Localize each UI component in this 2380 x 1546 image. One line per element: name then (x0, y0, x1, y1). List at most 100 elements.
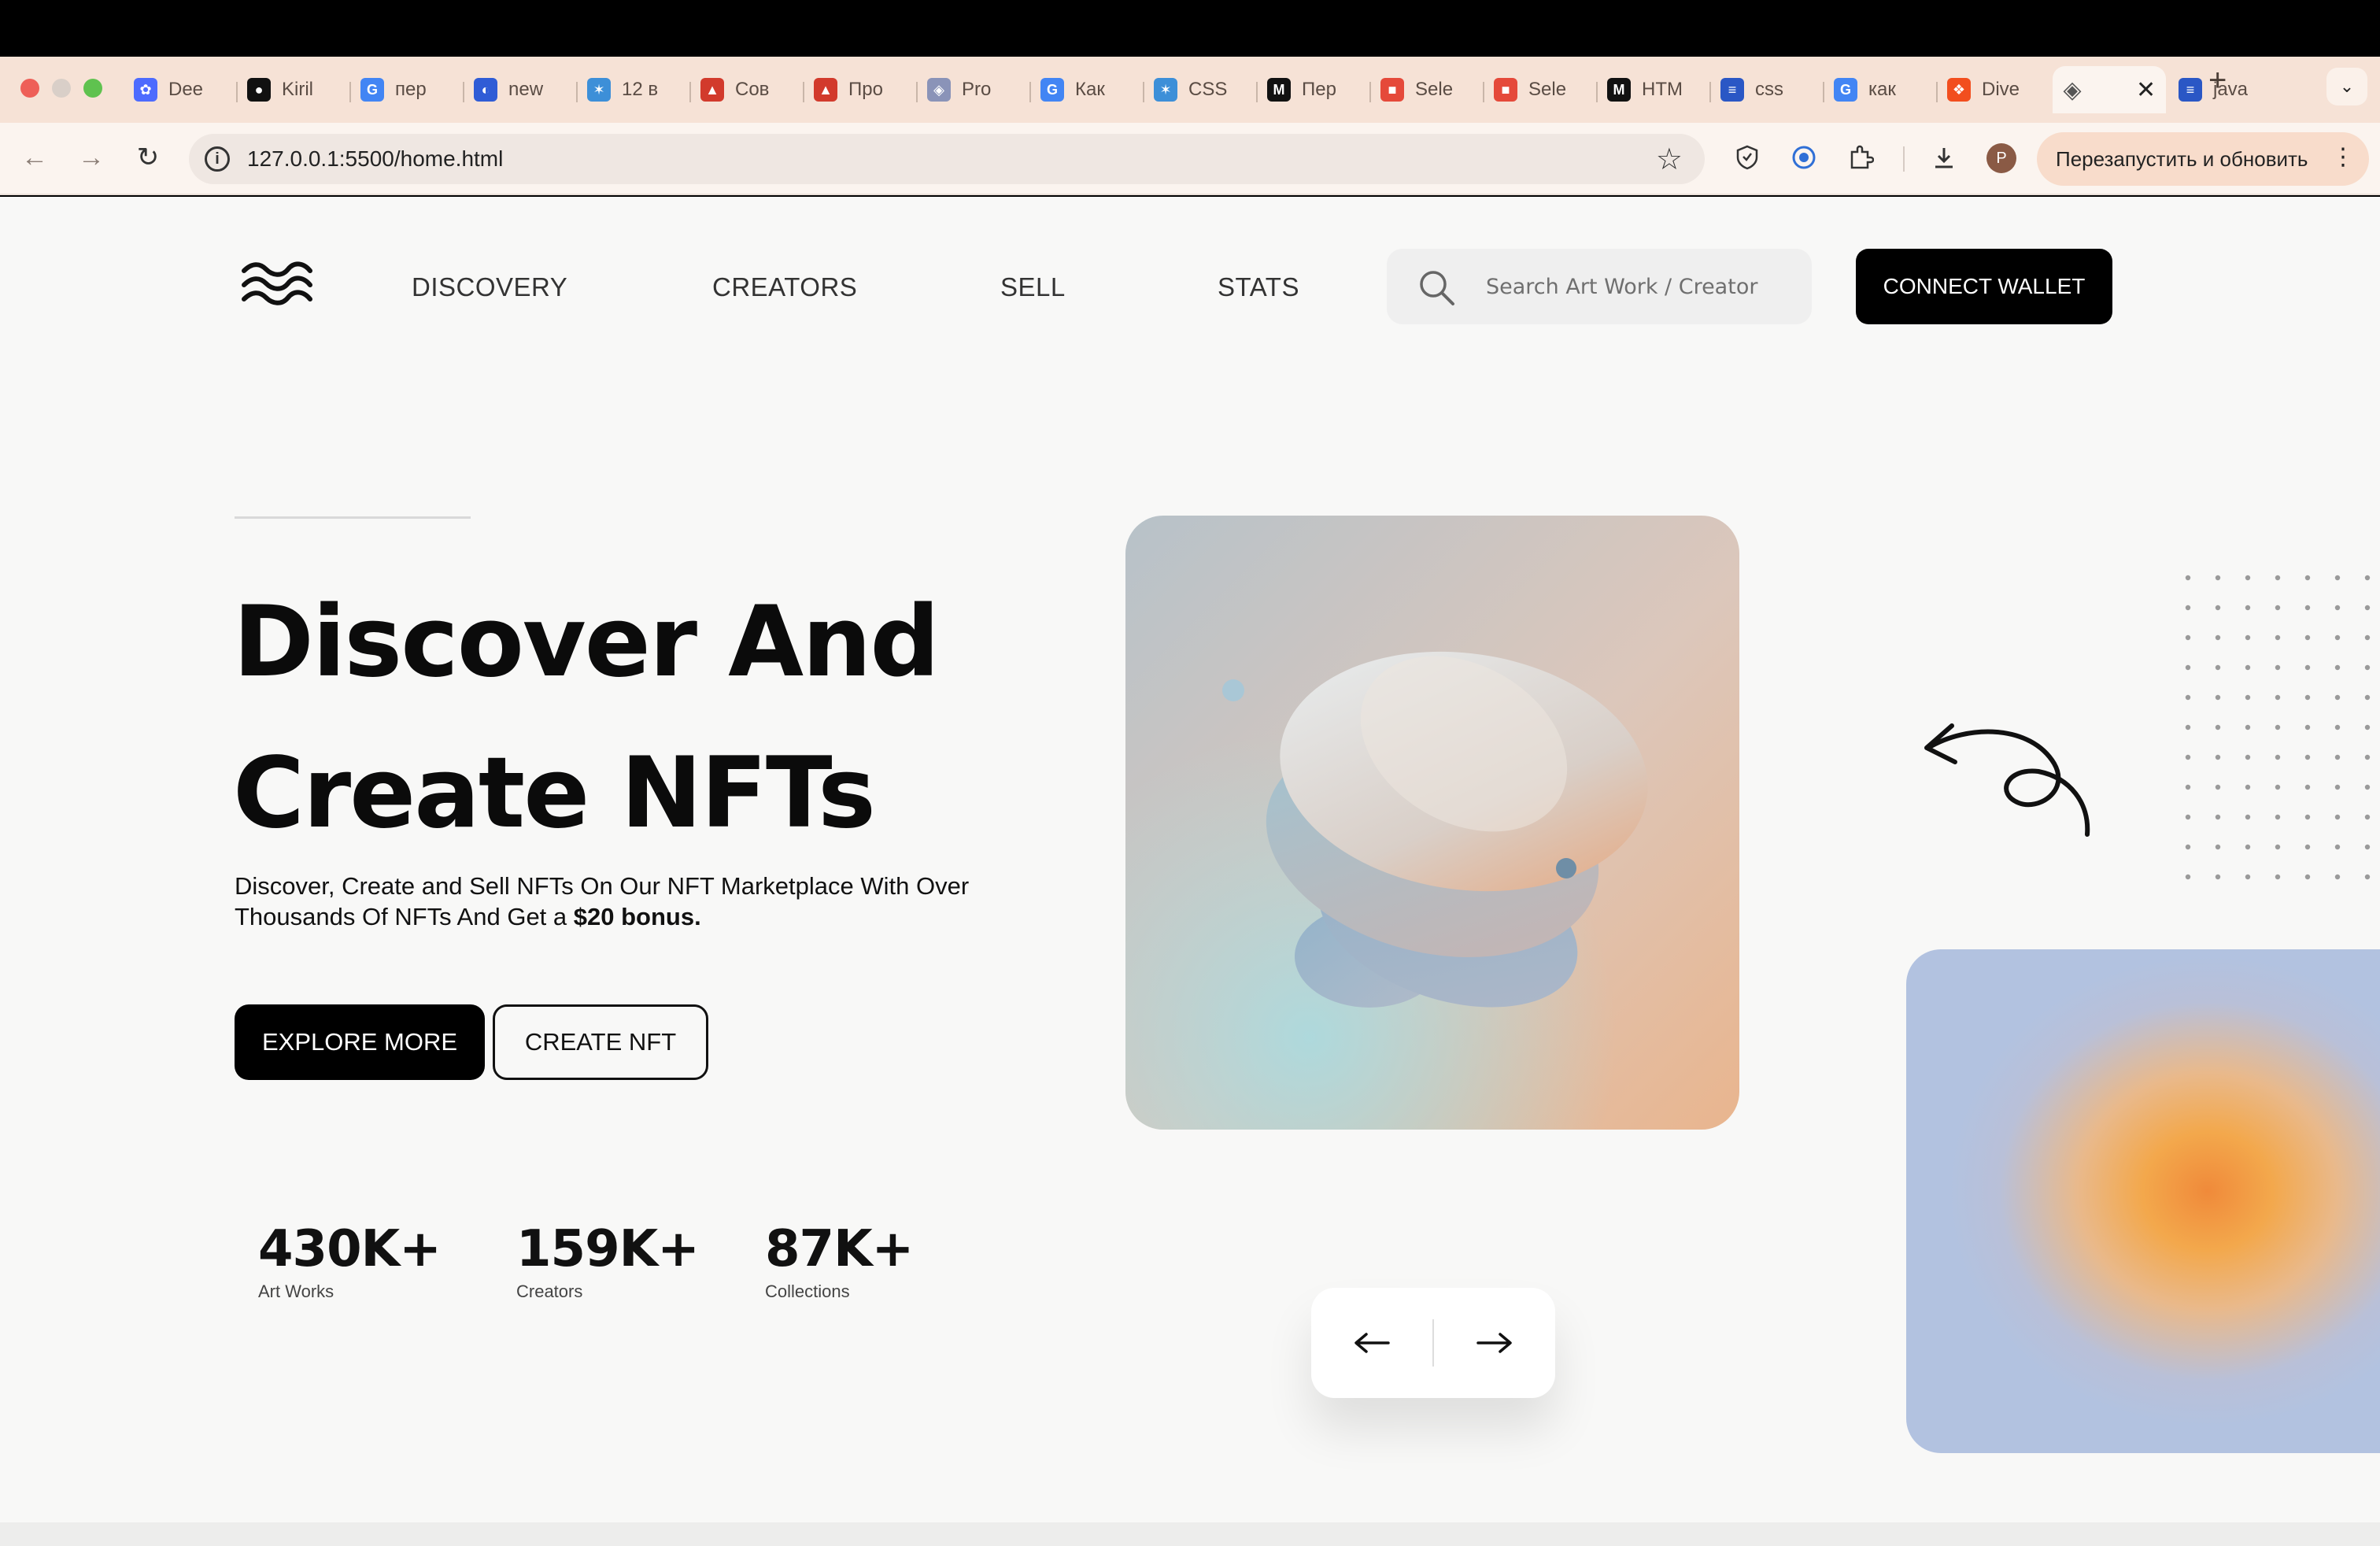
grid-dot (2185, 814, 2191, 820)
browser-tab[interactable]: ■ Sele (1373, 66, 1481, 113)
forward-button[interactable]: → (72, 139, 110, 176)
tower-icon: ▲ (700, 78, 724, 102)
grid-dot (2334, 605, 2341, 611)
tab-separator (1256, 82, 1258, 102)
grid-dot (2275, 844, 2281, 850)
nav-creators[interactable]: CREATORS (712, 272, 857, 302)
connect-wallet-button[interactable]: CONNECT WALLET (1856, 249, 2112, 324)
tab-label: Dive (1982, 79, 2020, 100)
close-tab-icon[interactable]: ✕ (2136, 76, 2156, 104)
create-nft-button[interactable]: CREATE NFT (493, 1004, 708, 1080)
search-icon[interactable] (1417, 268, 1456, 307)
grid-dot (2334, 634, 2341, 641)
grid-dot (2364, 634, 2371, 641)
reload-icon: ↻ (136, 142, 160, 172)
url-text[interactable]: 127.0.0.1:5500/home.html (247, 146, 503, 172)
grid-dot (2334, 754, 2341, 760)
browser-tab[interactable]: G Как (1033, 66, 1141, 113)
download-icon[interactable] (1927, 140, 1961, 175)
grid-dot (2304, 694, 2311, 701)
browser-tab[interactable]: M HTM (1599, 66, 1708, 113)
tab-label: Как (1075, 79, 1105, 100)
browser-tab[interactable]: ≡ css (1713, 66, 1821, 113)
tab-separator (1709, 82, 1711, 102)
browser-tab[interactable]: ◈ ✕ (2053, 66, 2166, 113)
grid-dot (2364, 814, 2371, 820)
browser-tab[interactable]: Gкак (1826, 66, 1935, 113)
grid-dot (2185, 874, 2191, 880)
browser-tab[interactable]: M Пер (1259, 66, 1368, 113)
grid-dot (2364, 605, 2371, 611)
tab-label: пер (395, 79, 427, 100)
nav-sell[interactable]: SELL (1000, 272, 1066, 302)
shield-extension-icon[interactable] (1730, 140, 1765, 175)
browser-tab[interactable]: ▲ Сов (693, 66, 801, 113)
browser-tab[interactable]: ● Kiril (239, 66, 348, 113)
grid-dot (2304, 814, 2311, 820)
carousel-divider (1432, 1319, 1434, 1367)
browser-tab[interactable]: ✶ CSS (1146, 66, 1255, 113)
explore-more-button[interactable]: EXPLORE MORE (235, 1004, 485, 1080)
grid-dot (2364, 664, 2371, 671)
grid-dot (2245, 634, 2251, 641)
maximize-window-button[interactable] (83, 79, 102, 98)
stat-creators: 159K+ Creators (516, 1220, 700, 1302)
puzzle-icon: ■ (1494, 78, 1517, 102)
grid-dot (2215, 784, 2221, 790)
bookmark-star-icon[interactable]: ☆ (1656, 142, 1683, 177)
grid-dot (2304, 724, 2311, 730)
grid-dot (2334, 784, 2341, 790)
search-input[interactable] (1486, 272, 1785, 301)
back-button[interactable]: ← (16, 139, 54, 176)
browser-tab[interactable]: ◐ new (466, 66, 575, 113)
prev-slide-button[interactable] (1344, 1319, 1399, 1367)
grid-dot (2275, 814, 2281, 820)
tab-separator (1483, 82, 1484, 102)
stat-label: Collections (765, 1282, 850, 1301)
grid-dot (2334, 874, 2341, 880)
grid-dot (2275, 694, 2281, 701)
nav-discovery[interactable]: DISCOVERY (412, 272, 567, 302)
tab-separator (803, 82, 804, 102)
tab-search-button[interactable]: ⌄ (2326, 68, 2367, 105)
address-bar[interactable]: i 127.0.0.1:5500/home.html ☆ (189, 134, 1705, 184)
grid-dot (2334, 844, 2341, 850)
minimize-window-button[interactable] (52, 79, 71, 98)
grid-dot (2275, 575, 2281, 581)
translate-extension-icon[interactable] (1787, 140, 1821, 175)
browser-tab[interactable]: ✶ 12 в (579, 66, 688, 113)
relaunch-label: Перезапустить и обновить (2056, 146, 2308, 171)
tab-separator (576, 82, 578, 102)
hero-title: Discover And Create NFTs (233, 567, 940, 869)
grid-dot (2215, 724, 2221, 730)
grid-dot (2364, 784, 2371, 790)
next-slide-button[interactable] (1467, 1319, 1522, 1367)
reload-button[interactable]: ↻ (129, 139, 167, 176)
browser-tab[interactable]: ✿ Dee (126, 66, 235, 113)
browser-tab[interactable]: ■ Sele (1486, 66, 1595, 113)
browser-tab[interactable]: ❖ Dive (1939, 66, 2048, 113)
extensions-puzzle-icon[interactable] (1843, 140, 1878, 175)
relaunch-update-button[interactable]: Перезапустить и обновить ⋮ (2037, 132, 2369, 186)
browser-tab[interactable]: ◈ Pro (919, 66, 1028, 113)
grid-dot (2304, 664, 2311, 671)
featured-nft-artwork[interactable] (1125, 516, 1739, 1130)
grid-dot (2215, 575, 2221, 581)
grid-dot (2275, 784, 2281, 790)
github-icon: ● (247, 78, 271, 102)
tilda-icon: ✶ (587, 78, 611, 102)
grid-dot (2304, 874, 2311, 880)
close-window-button[interactable] (20, 79, 39, 98)
wave-logo-icon[interactable] (241, 260, 313, 309)
browser-tab[interactable]: ▲ Про (806, 66, 915, 113)
grid-dot (2304, 575, 2311, 581)
profile-avatar[interactable]: P (1986, 143, 2016, 173)
new-tab-button[interactable]: + (2208, 63, 2227, 98)
secondary-nft-artwork[interactable] (1906, 949, 2380, 1453)
grid-dot (2185, 694, 2191, 701)
browser-tab[interactable]: Gпер (353, 66, 461, 113)
nav-stats[interactable]: STATS (1218, 272, 1299, 302)
tab-separator (1369, 82, 1371, 102)
site-info-icon[interactable]: i (205, 146, 230, 172)
tab-separator (1823, 82, 1824, 102)
